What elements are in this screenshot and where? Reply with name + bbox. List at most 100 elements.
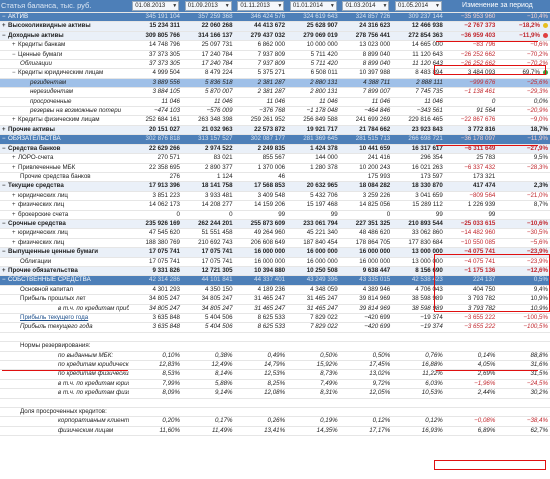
value-cell: 4 301 293: [129, 285, 182, 296]
change-header: Изменение за период: [444, 0, 550, 13]
value-cell: 314 166 137: [181, 31, 235, 42]
table-row: по кредитам юридическим лицам12,83%12,49…: [0, 360, 550, 371]
row-label-cell: − Кредиты юридическим лицам: [0, 68, 130, 79]
change-pct-cell: −100,5%: [497, 313, 550, 324]
value-cell: 0,17%: [181, 416, 235, 427]
value-cell: 23 923 843: [392, 125, 445, 136]
value-cell: 16,93%: [392, 426, 445, 437]
change-abs-cell: −26 252 662: [444, 50, 498, 61]
section-row: − ОБЯЗАТЕЛЬСТВА 302 876 818 313 157 527 302 …: [0, 134, 550, 145]
row-label: Прочие активы: [8, 125, 55, 133]
value-cell: 8,73%: [287, 369, 340, 380]
value-cell: 17 075 741: [181, 247, 235, 258]
value-cell: −343 561: [392, 106, 445, 117]
value-cell: 12,49%: [181, 360, 235, 371]
value-cell: 11 120 643: [392, 50, 445, 61]
value-cell: 21 784 662: [339, 125, 393, 136]
date-select-4[interactable]: 01.01.2014 ▼: [289, 1, 337, 11]
value-cell: 48 486 620: [339, 228, 393, 239]
table-row: Прибыль текущего года 3 635 848 5 404 506 8…: [0, 313, 550, 324]
row-label-cell: Основной капитал: [0, 285, 130, 296]
date-select-5[interactable]: 01.03.2014 ▼: [342, 1, 390, 11]
value-cell: 0,26%: [234, 416, 288, 427]
value-cell: 99: [287, 210, 340, 220]
change-abs-cell: 99: [444, 210, 498, 220]
status-dot-icon: [543, 23, 548, 29]
value-cell: 47 545 620: [129, 228, 182, 239]
value-cell: 4 388 711: [339, 78, 393, 89]
row-label: физических лиц: [18, 238, 65, 246]
change-pct-cell: −20,9%: [497, 106, 550, 117]
value-cell: 276: [129, 172, 182, 183]
value-cell: 31 465 247: [234, 294, 288, 305]
chevron-down-icon: ▼: [382, 3, 388, 9]
value-cell: 0: [339, 210, 393, 220]
annotation-underline: [436, 370, 538, 371]
annotation-underline: [2, 370, 128, 371]
value-cell: 17 568 853: [234, 181, 288, 192]
value-cell: 31 465 247: [234, 304, 288, 315]
row-label: ЛОРО-счета: [18, 154, 54, 162]
change-abs-cell: 91 564: [444, 106, 498, 117]
row-label: Основной капитал: [20, 285, 73, 293]
value-cell: 8,25%: [234, 379, 288, 390]
value-cell: 34 805 247: [129, 294, 182, 305]
change-pct-cell: [497, 210, 550, 220]
date-select-value: 01.08.2013: [135, 3, 166, 9]
table-row: Доля просроченных кредитов:: [0, 407, 550, 418]
table-row: Нормы резервирования:: [0, 341, 550, 352]
table-row: − Срочные средства 235 926 169 262 244 201 2…: [0, 219, 550, 230]
change-abs-cell: 4,05%: [444, 360, 498, 371]
value-cell: 6 862 000: [234, 40, 288, 51]
value-cell: 25 097 731: [181, 40, 235, 51]
value-cell: 241 699 269: [339, 115, 393, 126]
date-select-6[interactable]: 01.05.2014 ▼: [395, 1, 442, 11]
value-cell: 17,17%: [339, 426, 393, 437]
table-row: + Кредиты физическим лицам 252 684 161 263 …: [0, 115, 550, 126]
change-pct-cell: 9,5%: [497, 153, 550, 164]
value-cell: 44 101 841: [181, 275, 235, 286]
status-dot-icon: [543, 32, 548, 38]
value-cell: 15 234 311: [129, 21, 182, 32]
row-label: в т.ч. по кредитам физическим клиентам: [58, 389, 129, 397]
spacer-cell: [0, 332, 550, 343]
value-cell: 3 635 848: [129, 322, 182, 333]
value-cell: 20 151 027: [129, 125, 182, 136]
row-label-cell: − АКТИВ: [0, 12, 130, 23]
value-cell: 44 413 672: [234, 21, 288, 32]
value-cell: 12,53%: [234, 369, 288, 380]
table-row: + физических лиц 188 380 769 210 692 743 206…: [0, 238, 550, 249]
value-cell: [181, 341, 235, 352]
row-label: СОБСТВЕННЫЕ СРЕДСТВА: [8, 276, 91, 284]
value-cell: 8,14%: [181, 369, 235, 380]
value-cell: 4 350 150: [181, 285, 235, 296]
row-link[interactable]: Прибыль текущего года: [20, 314, 88, 321]
row-label-cell: Нормы резервирования:: [0, 341, 130, 352]
value-cell: 25 628 907: [287, 21, 340, 32]
value-cell: 324 619 643: [287, 12, 340, 23]
value-cell: 281 515 713: [339, 134, 393, 145]
row-label: нерезидентам: [30, 88, 74, 96]
date-select-1[interactable]: 01.08.2013 ▼: [132, 1, 180, 11]
change-pct-cell: −24,5%: [497, 379, 550, 390]
date-select-2[interactable]: 01.09.2013 ▼: [184, 1, 232, 11]
change-pct-cell: [497, 407, 550, 418]
header-title: Статья баланса, тыс. руб.: [0, 0, 130, 13]
value-cell: 0,38%: [181, 351, 235, 362]
value-cell: 4 999 504: [129, 68, 182, 79]
row-label: Прочие обязательства: [8, 266, 78, 274]
value-cell: 3 851 223: [129, 191, 182, 202]
row-label: Средства банков: [8, 144, 61, 152]
value-cell: 8 479 224: [181, 68, 235, 79]
value-cell: 10 200 243: [339, 163, 393, 173]
date-select-3[interactable]: 01.11.2013 ▼: [237, 1, 285, 11]
spacer-row: [0, 398, 550, 409]
value-cell: 0: [129, 210, 182, 220]
value-cell: 302 087 177: [234, 134, 288, 145]
table-row: + Кредиты банкам 14 748 796 25 097 731 6 862…: [0, 40, 550, 51]
value-cell: 21 032 963: [181, 125, 235, 136]
value-cell: 7 937 809: [234, 50, 288, 61]
table-row: + юридических лиц 3 851 223 3 933 481 3 409 …: [0, 191, 550, 202]
value-cell: 18 141 758: [181, 181, 235, 192]
value-cell: 12 466 938: [392, 21, 445, 32]
